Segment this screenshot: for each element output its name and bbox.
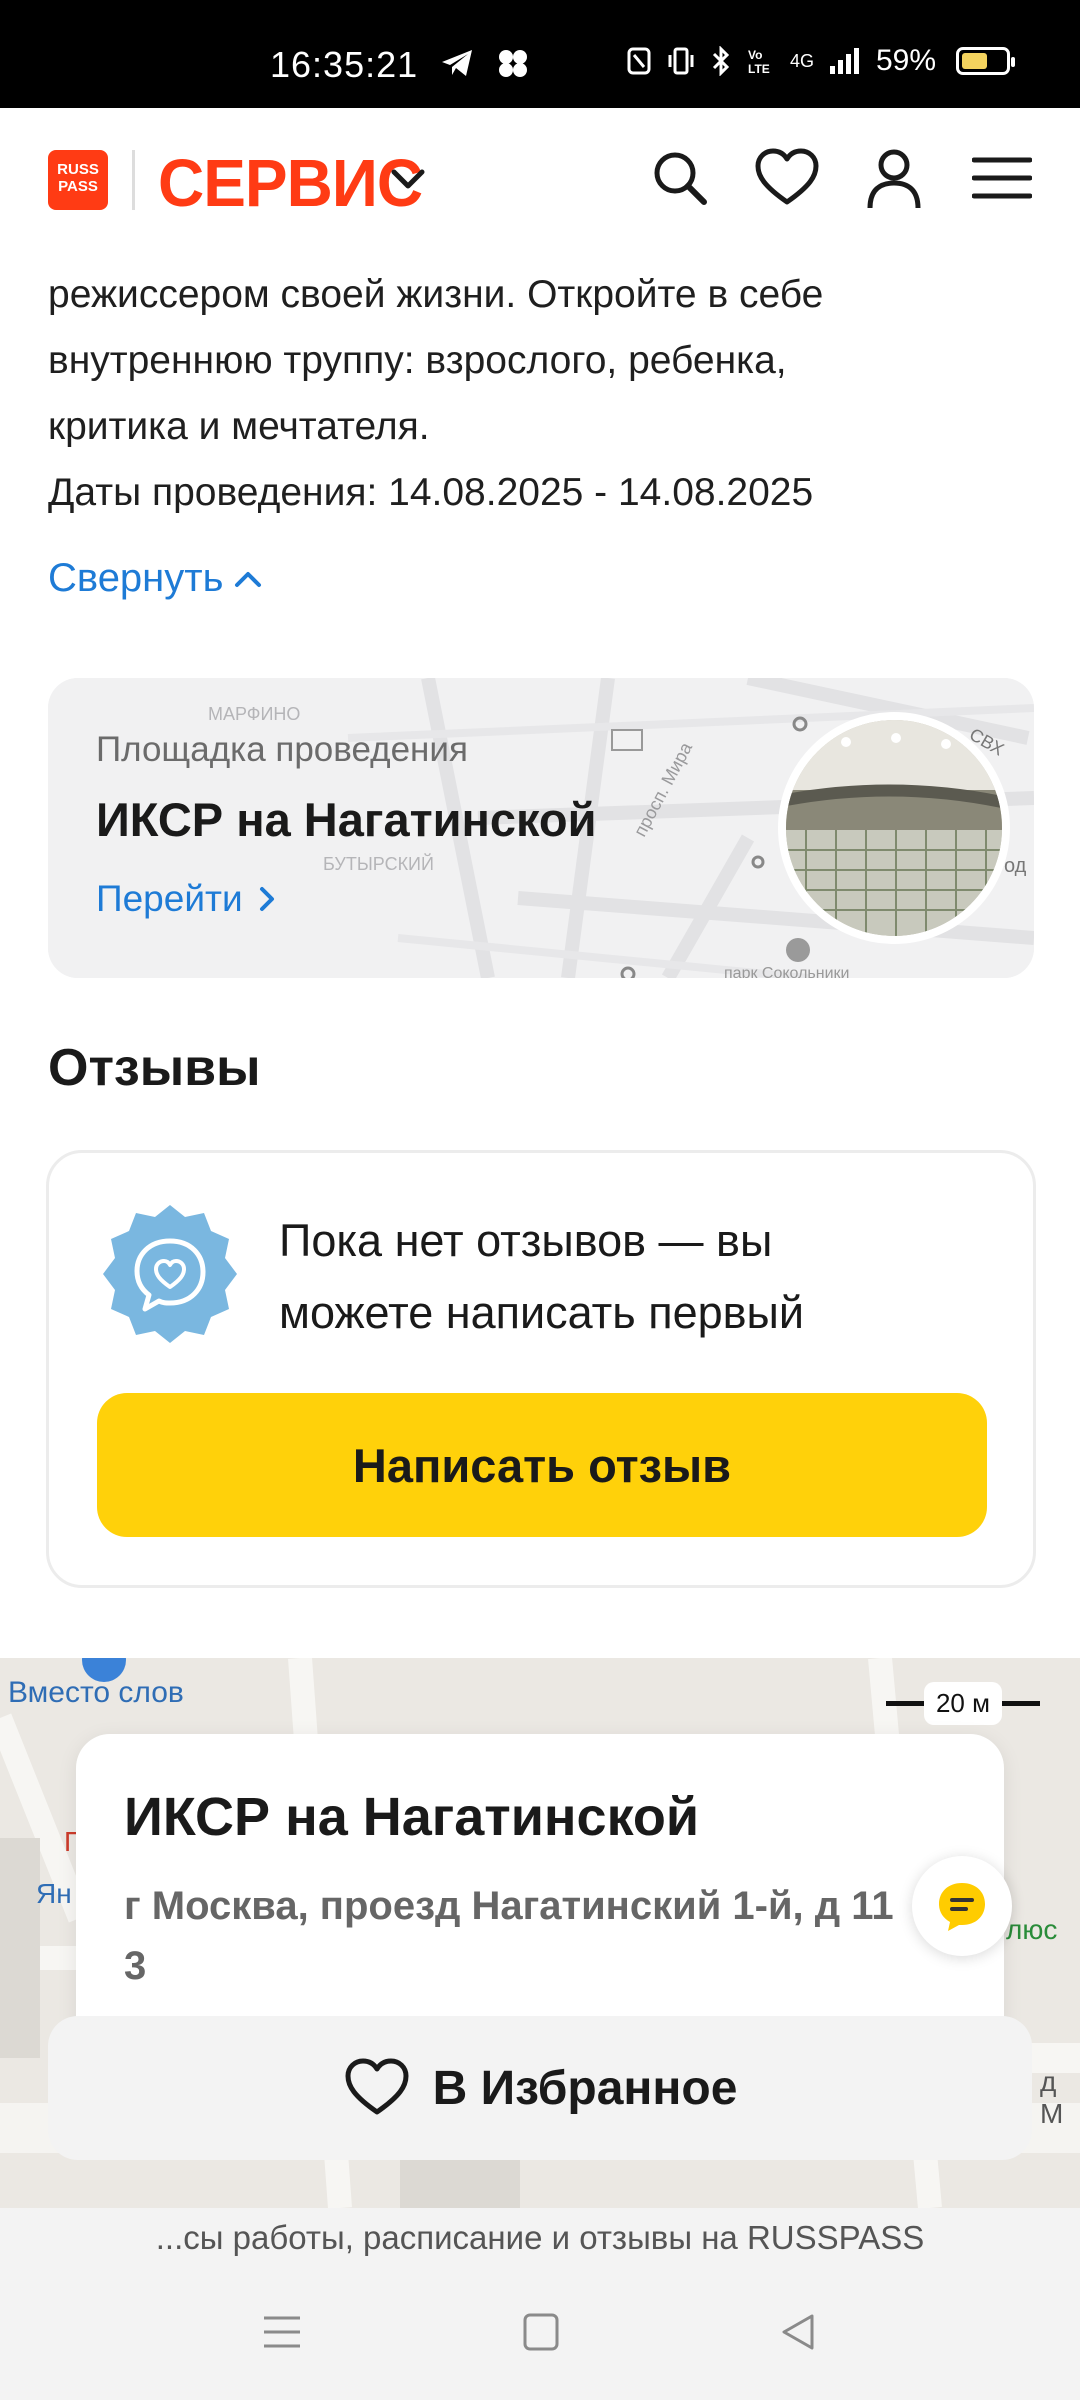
heart-icon (345, 2058, 409, 2115)
signal-icon (829, 48, 859, 74)
favorites-label: В Избранное (432, 2061, 738, 2115)
write-review-button[interactable]: Написать отзыв (97, 1393, 987, 1537)
venue-go-link[interactable]: Перейти (96, 878, 277, 920)
venue-card[interactable]: МАРФИНО БУТЫРСКИЙ просп. Мира СВХ од пар… (48, 678, 1034, 978)
no-reviews-line: можете написать первый (279, 1287, 805, 1338)
volte-icon: VoLTE (748, 48, 770, 76)
map-side-label: люс (1006, 1914, 1058, 1945)
venue-name: ИКСР на Нагатинской (96, 793, 597, 846)
scale-label: 20 м (923, 1682, 1002, 1725)
system-navigation-bar (0, 2268, 1080, 2400)
chevron-right-icon (259, 887, 274, 911)
venue-go-label: Перейти (96, 878, 243, 919)
svg-text:Vo: Vo (748, 48, 762, 62)
status-system-icons: Vo LTE 4G 59% (626, 44, 1015, 78)
battery-level (962, 53, 987, 69)
no-reviews-message: Пока нет отзывов — вы можете написать пе… (279, 1205, 979, 1349)
russpass-logo[interactable]: RUSS PASS (48, 150, 108, 210)
event-description: режиссером своей жизни. Откройте в себе … (48, 262, 1038, 526)
venue-photo (778, 712, 1010, 944)
logo-divider (132, 150, 135, 210)
address-text: г Москва, проезд Нагатинский 1-й, д 11 3 (124, 1876, 924, 1996)
search-icon[interactable] (650, 148, 710, 208)
collapse-link[interactable]: Свернуть (48, 556, 263, 601)
status-bar: 16:35:21 Vo LTE 4G 59% (0, 0, 1080, 108)
app-dots-icon (499, 50, 527, 77)
reviews-title: Отзывы (48, 1039, 261, 1097)
map-label: БУТЫРСКИЙ (323, 853, 434, 874)
status-time: 16:35:21 (270, 44, 419, 85)
home-icon[interactable] (522, 2312, 560, 2352)
map-poi-label: Вместо слов (8, 1676, 184, 1709)
battery-percent: 59% (875, 44, 936, 77)
browser-page-title[interactable]: ...сы работы, расписание и отзывы на RUS… (0, 2208, 1080, 2268)
map-label: МАРФИНО (208, 704, 300, 724)
venue-photo-image (786, 720, 1002, 936)
map-label: парк Сокольники (724, 965, 849, 978)
map-label: од (1004, 855, 1027, 877)
map-side-label: д М (1040, 2066, 1064, 2129)
description-line: критика и мечтателя. (48, 405, 430, 448)
scale-bar-left (885, 1701, 924, 1706)
scale-bar-right (1002, 1701, 1040, 1706)
address-line: 3 (124, 1944, 147, 1988)
address-card[interactable]: ИКСР на Нагатинской г Москва, проезд Наг… (76, 1734, 1004, 2064)
brand-title[interactable]: СЕРВИС (158, 144, 423, 222)
battery-icon (956, 47, 1015, 75)
network-type: 4G (789, 50, 814, 71)
chevron-down-icon[interactable] (388, 162, 428, 198)
address-line: г Москва, проезд Нагатинский 1-й, д 11 (124, 1884, 894, 1928)
venue-label: Площадка проведения (96, 730, 468, 769)
description-line: режиссером своей жизни. Откройте в себе (48, 273, 824, 316)
heart-icon[interactable] (754, 148, 820, 208)
address-venue-name: ИКСР на Нагатинской (124, 1787, 700, 1847)
event-dates: Даты проведения: 14.08.2025 - 14.08.2025 (48, 471, 814, 514)
review-heart-badge-icon (103, 1205, 237, 1343)
nfc-icon (627, 47, 651, 75)
map-scale: 20 м (885, 1682, 1040, 1725)
chevron-up-icon (235, 571, 262, 587)
status-notification-icons (440, 48, 530, 78)
add-to-favorites-button[interactable]: В Избранное (48, 2016, 1032, 2160)
site-header: RUSS PASS СЕРВИС (0, 108, 1080, 252)
bluetooth-icon (712, 46, 730, 76)
svg-text:LTE: LTE (748, 62, 770, 76)
user-icon[interactable] (866, 148, 922, 210)
map-side-label: Ян (36, 1878, 72, 1909)
description-line: внутреннюю труппу: взрослого, ребенка, (48, 339, 787, 382)
menu-icon[interactable] (972, 148, 1032, 208)
recent-apps-icon[interactable] (262, 2312, 302, 2352)
reviews-card: Пока нет отзывов — вы можете написать пе… (46, 1150, 1036, 1588)
back-icon[interactable] (778, 2312, 818, 2352)
telegram-icon (442, 50, 472, 76)
collapse-label: Свернуть (48, 556, 224, 600)
vibrate-icon (668, 47, 694, 75)
chat-icon (939, 1883, 985, 1931)
chat-button[interactable] (912, 1856, 1012, 1956)
no-reviews-line: Пока нет отзывов — вы (279, 1215, 773, 1266)
